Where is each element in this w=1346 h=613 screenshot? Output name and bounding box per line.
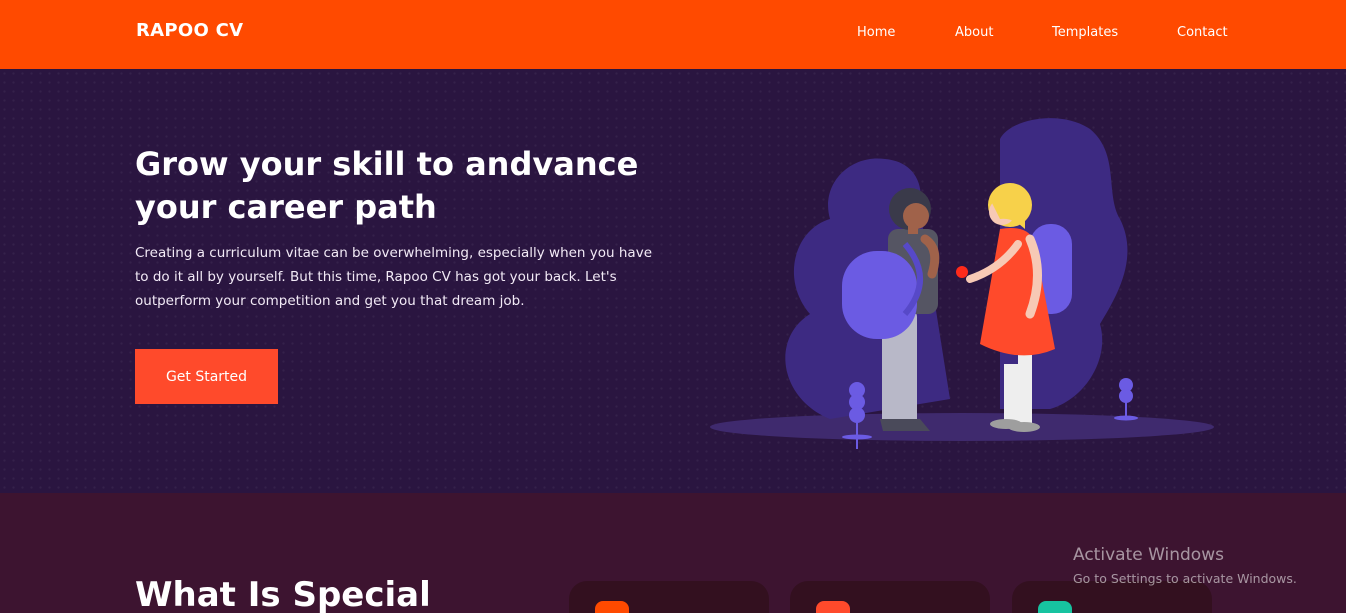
hero-section: Grow your skill to andvance your career … bbox=[0, 69, 1346, 493]
feature-card[interactable] bbox=[569, 581, 769, 613]
ground-shadow bbox=[710, 413, 1214, 441]
hero-description: Creating a curriculum vitae can be overw… bbox=[135, 245, 652, 309]
navbar: RAPOO CV Home About Templates Contact bbox=[0, 0, 1346, 69]
feature-icon bbox=[595, 601, 629, 613]
get-started-button[interactable]: Get Started bbox=[135, 349, 278, 404]
activate-windows-subtitle: Go to Settings to activate Windows. bbox=[1073, 571, 1297, 586]
students-illustration bbox=[710, 118, 1214, 449]
brand-logo[interactable]: RAPOO CV bbox=[136, 20, 243, 41]
feature-icon bbox=[816, 601, 850, 613]
activate-windows-title: Activate Windows bbox=[1073, 545, 1224, 565]
plant-right bbox=[1114, 378, 1138, 421]
nav-link-templates[interactable]: Templates bbox=[1052, 25, 1118, 40]
hero-title: Grow your skill to andvance your career … bbox=[135, 145, 639, 226]
feature-icon bbox=[1038, 601, 1072, 613]
feature-card[interactable] bbox=[790, 581, 990, 613]
special-title: What Is Special bbox=[135, 575, 431, 613]
nav-link-contact[interactable]: Contact bbox=[1177, 25, 1228, 40]
nav-link-about[interactable]: About bbox=[955, 25, 993, 40]
nav-link-home[interactable]: Home bbox=[857, 25, 895, 40]
